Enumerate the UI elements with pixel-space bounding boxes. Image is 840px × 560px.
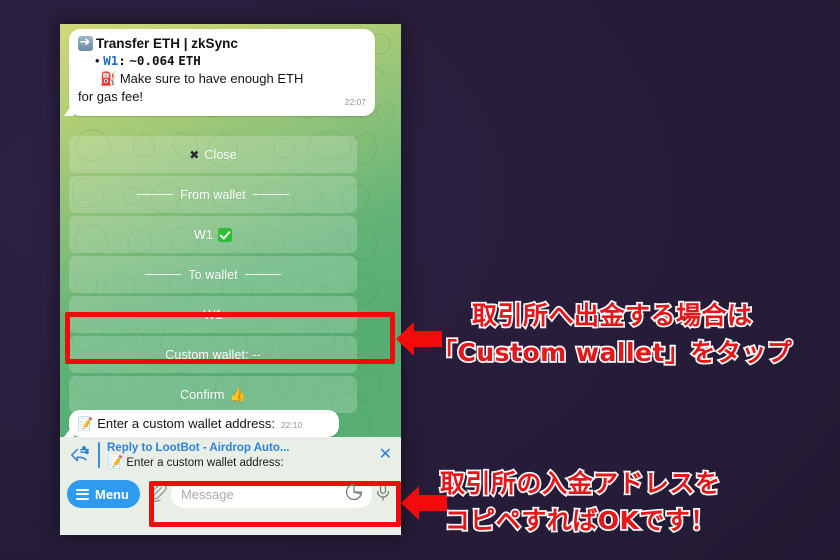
bullet-marker: • xyxy=(95,53,100,68)
callout-line-2: コピペすればOKです！ xyxy=(443,504,717,536)
memo-icon: 📝 xyxy=(77,416,94,431)
keyboard-button-custom-wallet-label: Custom wallet: -- xyxy=(165,347,261,362)
callout-line-2: 「Custom wallet」をタップ xyxy=(430,336,793,368)
arrow-right-icon xyxy=(78,33,93,51)
check-mark-icon xyxy=(217,227,232,242)
gas-note-text-2: for gas fee! xyxy=(78,89,144,104)
screenshot-root: Transfer ETH | zkSync • W1: ~0.064 ETH ⛽… xyxy=(0,0,840,560)
message-bubble-custom-wallet-prompt[interactable]: 📝 Enter a custom wallet address: 22:10 xyxy=(69,410,339,437)
keyboard-button-close[interactable]: ✖ Close xyxy=(69,136,357,173)
message-input[interactable]: Message xyxy=(170,480,372,508)
reply-text-group: Reply to LootBot - Airdrop Auto... 📝 Ent… xyxy=(107,441,371,470)
message-gas-note-line1: ⛽ Make sure to have enough ETH xyxy=(78,70,366,88)
telegram-chat-area: Transfer ETH | zkSync • W1: ~0.064 ETH ⛽… xyxy=(60,24,401,437)
message-prompt-text: Enter a custom wallet address: xyxy=(97,416,275,431)
divider-right xyxy=(244,274,281,275)
message-timestamp: 22:07 xyxy=(344,97,366,107)
gas-note-text-1: Make sure to have enough ETH xyxy=(119,71,304,86)
reply-bar: Reply to LootBot - Airdrop Auto... 📝 Ent… xyxy=(60,437,401,473)
thumbs-up-icon: 👍 xyxy=(229,386,246,402)
message-input-placeholder: Message xyxy=(180,486,234,502)
composer-input-row: Message xyxy=(147,480,395,508)
inline-keyboard: ✖ Close From wallet W1 To wallet W1 Cust… xyxy=(69,136,357,413)
message-wallet-line: • W1: ~0.064 ETH xyxy=(78,52,366,70)
paperclip-icon[interactable] xyxy=(147,481,168,507)
callout-paste-address: 取引所の入金アドレスを コピペすればOKです！ xyxy=(438,465,721,539)
close-icon[interactable]: ✕ xyxy=(379,447,392,463)
keyboard-button-custom-wallet[interactable]: Custom wallet: -- xyxy=(69,336,357,373)
message-composer: Menu Message xyxy=(60,473,401,535)
keyboard-button-w1-selected-label: W1 xyxy=(194,227,213,242)
keyboard-button-from-wallet-label: From wallet xyxy=(180,187,246,202)
keyboard-button-to-wallet[interactable]: To wallet xyxy=(69,256,357,293)
divider-left xyxy=(137,194,174,195)
divider-right xyxy=(252,194,289,195)
fuel-pump-icon: ⛽ xyxy=(100,71,117,86)
callout-line-1: 取引所の入金アドレスを xyxy=(438,467,721,499)
reply-quoted-text: 📝 Enter a custom wallet address: xyxy=(107,455,371,470)
microphone-icon[interactable] xyxy=(373,482,393,507)
message-title: Transfer ETH | zkSync xyxy=(96,36,238,51)
memo-icon: 📝 xyxy=(107,454,124,469)
hamburger-icon xyxy=(76,488,89,500)
keyboard-button-w1-selected[interactable]: W1 xyxy=(69,216,357,253)
phone-screenshot: Transfer ETH | zkSync • W1: ~0.064 ETH ⛽… xyxy=(60,24,401,535)
callout-line-1: 取引所へ出金する場合は xyxy=(470,299,753,331)
reply-icon[interactable] xyxy=(69,444,91,466)
message-title-row: Transfer ETH | zkSync xyxy=(78,33,366,52)
keyboard-button-w1[interactable]: W1 xyxy=(69,296,357,333)
message-gas-note-line2: 22:07 for gas fee! xyxy=(78,88,366,111)
keyboard-button-to-wallet-label: To wallet xyxy=(188,267,238,282)
reply-target-title: Reply to LootBot - Airdrop Auto... xyxy=(107,441,290,454)
keyboard-button-close-label: Close xyxy=(204,147,237,162)
keyboard-button-from-wallet[interactable]: From wallet xyxy=(69,176,357,213)
reply-accent-bar xyxy=(98,442,100,468)
menu-button-label: Menu xyxy=(95,486,129,502)
wallet-name: W1 xyxy=(103,53,119,68)
keyboard-button-w1-label: W1 xyxy=(203,307,223,322)
reply-quoted-label: Enter a custom wallet address: xyxy=(126,456,284,469)
wallet-separator: : xyxy=(118,53,126,68)
callout-custom-wallet: 取引所へ出金する場合は 「Custom wallet」をタップ xyxy=(430,297,793,371)
menu-button[interactable]: Menu xyxy=(67,480,140,508)
message-bubble-transfer-eth[interactable]: Transfer ETH | zkSync • W1: ~0.064 ETH ⛽… xyxy=(69,29,375,116)
wallet-currency: ETH xyxy=(178,53,201,68)
message-timestamp: 22:10 xyxy=(280,420,303,430)
sticker-icon[interactable] xyxy=(344,482,364,507)
divider-left xyxy=(145,274,182,275)
cross-mark-icon: ✖ xyxy=(189,147,200,162)
keyboard-button-confirm[interactable]: Confirm 👍 xyxy=(69,376,357,413)
wallet-amount: ~0.064 xyxy=(129,53,175,68)
keyboard-button-confirm-label: Confirm xyxy=(180,387,225,402)
